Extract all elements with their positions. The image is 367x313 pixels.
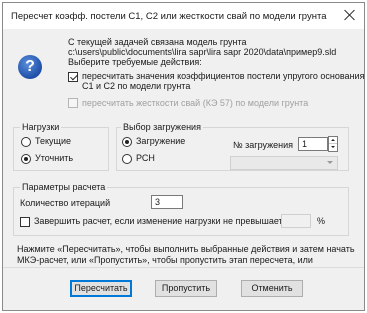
spin-down-icon[interactable] <box>329 144 337 151</box>
intro-line-1: С текущей задачей связана модель грунта <box>68 37 247 47</box>
radio-current[interactable] <box>21 136 31 147</box>
model-path: c:\users\public\documents\lira sapr\lira… <box>68 47 337 57</box>
checkbox-empty-icon[interactable] <box>68 97 78 108</box>
radio-refine-label[interactable]: Уточнить <box>35 153 73 163</box>
window-title: Пересчет коэфф. постели С1, С2 или жестк… <box>11 11 327 22</box>
rsn-combo <box>230 156 338 170</box>
title-bar: Пересчет коэфф. постели С1, С2 или жестк… <box>3 3 364 29</box>
recalculate-button[interactable]: Пересчитать <box>70 280 132 297</box>
finish-label[interactable]: Завершить расчет, если изменение нагрузк… <box>34 216 283 226</box>
recalc-c1c2-label-2[interactable]: С1 и С2 по модели грунта <box>82 81 190 91</box>
radio-unselected-icon[interactable] <box>21 136 31 147</box>
radio-loading[interactable] <box>122 136 132 147</box>
loading-number-input[interactable]: 1 <box>298 137 328 151</box>
checkbox-checked-icon[interactable] <box>68 71 78 82</box>
question-icon: ? <box>18 55 42 79</box>
loads-group-label: Нагрузки <box>20 122 62 132</box>
close-icon[interactable] <box>342 7 358 23</box>
radio-unselected-icon[interactable] <box>122 153 132 164</box>
recalc-c1c2-checkbox[interactable] <box>68 71 78 82</box>
calc-params-label: Параметры расчета <box>20 182 108 192</box>
recalc-c1c2-label-1[interactable]: пересчитать значения коэффициентов посте… <box>82 71 364 81</box>
recalc-piles-checkbox[interactable] <box>68 97 78 108</box>
choose-actions-label: Выберите требуемые действия: <box>68 57 202 67</box>
finish-checkbox[interactable] <box>20 216 30 227</box>
spin-up-icon[interactable] <box>329 137 337 144</box>
skip-button[interactable]: Пропустить <box>155 280 217 297</box>
button-bar: Пересчитать Пропустить Отменить <box>3 268 364 310</box>
radio-selected-icon[interactable] <box>21 153 31 164</box>
recalc-piles-label: пересчитать жесткости свай (КЭ 57) по мо… <box>82 98 309 108</box>
radio-rsn[interactable] <box>122 153 132 164</box>
iterations-label: Количество итераций <box>20 198 111 208</box>
radio-loading-label[interactable]: Загружение <box>136 136 185 146</box>
radio-refine[interactable] <box>21 153 31 164</box>
checkbox-empty-icon[interactable] <box>20 216 30 227</box>
loading-number-label: № загружения <box>233 140 293 150</box>
iterations-input[interactable]: 3 <box>151 195 183 209</box>
loads-group <box>13 127 109 171</box>
percent-label: % <box>317 216 326 226</box>
loading-number-spinner[interactable] <box>328 136 338 152</box>
chevron-down-icon <box>327 161 333 164</box>
dialog-window: Пересчет коэфф. постели С1, С2 или жестк… <box>2 2 365 311</box>
cancel-button[interactable]: Отменить <box>241 280 303 297</box>
dialog-body: ? С текущей задачей связана модель грунт… <box>3 29 364 310</box>
radio-current-label[interactable]: Текущие <box>35 136 71 146</box>
loading-choice-label: Выбор загружения <box>121 122 203 132</box>
radio-rsn-label[interactable]: РСН <box>136 153 155 163</box>
radio-selected-icon[interactable] <box>122 136 132 147</box>
finish-threshold-input <box>281 214 311 228</box>
